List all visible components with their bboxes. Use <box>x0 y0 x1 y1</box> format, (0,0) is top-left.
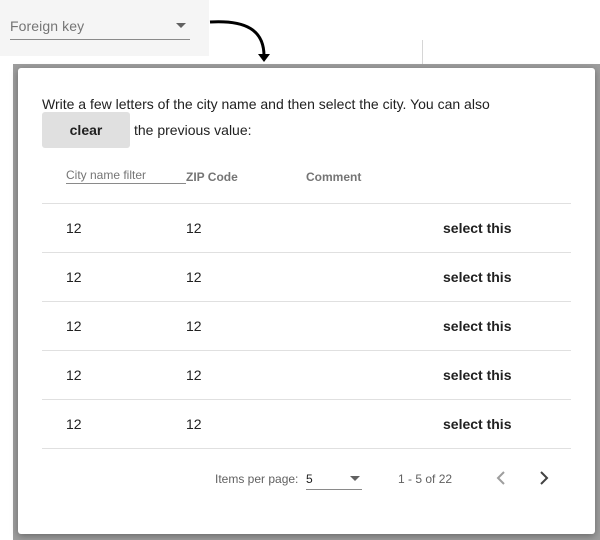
city-select-dialog: Write a few letters of the city name and… <box>18 68 595 534</box>
chevron-down-icon <box>350 476 360 481</box>
after-clear-text: the previous value: <box>134 122 252 138</box>
foreign-key-select[interactable]: Foreign key <box>10 12 190 40</box>
zip-cell: 12 <box>186 269 202 285</box>
zip-cell: 12 <box>186 416 202 432</box>
city-cell: 12 <box>66 416 82 432</box>
clear-button[interactable]: clear <box>42 112 130 148</box>
table-row: 12 12 select this <box>42 204 571 253</box>
city-cell: 12 <box>66 318 82 334</box>
table-header: ZIP Code Comment <box>42 156 571 204</box>
foreign-key-field[interactable]: Foreign key <box>0 0 209 56</box>
zip-cell: 12 <box>186 318 202 334</box>
city-name-filter-input[interactable] <box>66 168 186 182</box>
city-table: ZIP Code Comment 12 12 select this 12 12… <box>42 156 571 449</box>
table-row: 12 12 select this <box>42 351 571 400</box>
column-header-comment: Comment <box>306 170 362 184</box>
previous-page-button[interactable] <box>488 464 516 492</box>
chevron-down-icon <box>176 23 186 28</box>
background-divider <box>422 40 423 64</box>
select-this-button[interactable]: select this <box>443 318 511 334</box>
city-cell: 12 <box>66 220 82 236</box>
select-this-button[interactable]: select this <box>443 220 511 236</box>
city-cell: 12 <box>66 367 82 383</box>
foreign-key-label: Foreign key <box>10 18 85 34</box>
table-row: 12 12 select this <box>42 400 571 449</box>
city-cell: 12 <box>66 269 82 285</box>
items-per-page-label: Items per page: <box>215 472 299 486</box>
items-per-page-select[interactable]: 5 <box>306 468 362 490</box>
zip-cell: 12 <box>186 367 202 383</box>
page-range-label: 1 - 5 of 22 <box>398 472 453 486</box>
items-per-page-value: 5 <box>306 472 313 486</box>
city-name-filter[interactable] <box>66 166 186 184</box>
paginator: Items per page: 5 1 - 5 of 22 <box>42 450 571 506</box>
next-page-button[interactable] <box>529 464 557 492</box>
column-header-zip: ZIP Code <box>186 170 238 184</box>
dialog-intro-line2: clear the previous value: <box>42 112 252 148</box>
dialog-intro-text: Write a few letters of the city name and… <box>42 96 490 112</box>
chevron-left-icon <box>496 471 505 485</box>
select-this-button[interactable]: select this <box>443 416 511 432</box>
curved-arrow-icon <box>209 20 270 62</box>
table-row: 12 12 select this <box>42 253 571 302</box>
select-this-button[interactable]: select this <box>443 367 511 383</box>
select-this-button[interactable]: select this <box>443 269 511 285</box>
table-row: 12 12 select this <box>42 302 571 351</box>
zip-cell: 12 <box>186 220 202 236</box>
chevron-right-icon <box>540 471 549 485</box>
